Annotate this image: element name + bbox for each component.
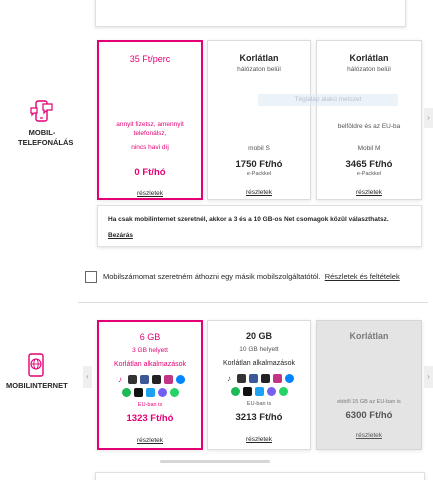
chevron-right-icon: ›	[427, 372, 430, 381]
music-icon: ♪	[224, 374, 234, 383]
carousel-prev-arrow[interactable]: ‹	[83, 366, 92, 388]
chevron-left-icon: ‹	[86, 372, 89, 381]
card-desc: belföldre és az EU-ba	[337, 123, 401, 130]
instagram-icon	[163, 375, 173, 384]
apps-row-1: ♪	[208, 374, 310, 383]
category-mobile-calls: MOBIL- TELEFONÁLÁS	[18, 98, 74, 148]
eu-note: EU-ban is	[246, 401, 272, 407]
port-number-label: Mobilszámomat szeretném áthozni egy mási…	[103, 272, 400, 281]
details-link[interactable]: részletek	[137, 190, 163, 197]
whatsapp-icon	[278, 387, 288, 396]
card-title: Korlátlan	[349, 331, 389, 341]
details-link[interactable]: részletek	[246, 189, 272, 196]
instagram-icon	[272, 374, 282, 383]
card-desc: ebből 15 GB az EU-ban is	[337, 399, 401, 405]
card-price-note: e-Packkel	[246, 171, 272, 177]
spotify-icon	[230, 387, 240, 396]
card-price: 1750 Ft/hó	[235, 159, 283, 170]
news-app-icon	[127, 375, 137, 384]
internet-card-unlimited[interactable]: Korlátlan ebből 15 GB az EU-ban is 6300 …	[316, 320, 422, 450]
chevron-right-icon: ›	[427, 113, 430, 122]
card-title: 20 GB	[245, 331, 272, 341]
spotify-icon	[121, 388, 131, 397]
music-icon: ♪	[115, 375, 125, 384]
plan-card-35ft[interactable]: 35 Ft/perc annyit fizetsz, amennyit tele…	[97, 40, 203, 200]
apps-title: Korlátlan alkalmazások	[114, 361, 186, 368]
carousel-scrollbar[interactable]	[160, 460, 270, 463]
close-link[interactable]: Bezárás	[108, 232, 133, 239]
category-label-line1: MOBIL-	[28, 128, 56, 137]
info-text: Ha csak mobilinternet szeretnél, akkor a…	[108, 216, 389, 223]
card-plan-name: mobil S	[248, 145, 270, 152]
viber-icon	[266, 387, 276, 396]
card-title: Korlátlan	[239, 53, 279, 63]
card-subtitle: hálózaton belül	[347, 66, 391, 73]
news-app-icon	[236, 374, 246, 383]
card-title: Korlátlan	[349, 53, 389, 63]
card-title: 6 GB	[139, 332, 161, 342]
messenger-icon	[175, 375, 185, 384]
card-title: 35 Ft/perc	[129, 54, 171, 64]
carousel-next-arrow[interactable]: ›	[424, 108, 433, 128]
whatsapp-icon	[169, 388, 179, 397]
eu-note: EU-ban is	[137, 402, 163, 408]
previous-section-card	[95, 0, 406, 27]
apps-row-2	[99, 388, 201, 397]
card-price: 3213 Ft/hó	[235, 412, 283, 423]
card-desc-line2: telefonálsz,	[133, 130, 167, 137]
plan-card-mobil-m[interactable]: Korlátlan hálózaton belül belföldre és a…	[316, 40, 422, 200]
card-price-note: e-Packkel	[356, 171, 382, 177]
details-link[interactable]: részletek	[137, 437, 163, 444]
card-price: 0 Ft/hó	[134, 167, 166, 178]
category-mobile-internet: MOBILINTERNET	[6, 353, 68, 391]
card-plan-name: Mobil M	[357, 145, 381, 152]
viber-icon	[157, 388, 167, 397]
tidal-icon	[133, 388, 143, 397]
apps-row-1: ♪	[99, 375, 201, 384]
tv-app-icon	[260, 374, 270, 383]
card-subtitle: 10 GB helyett	[239, 346, 279, 353]
plan-card-mobil-s[interactable]: Korlátlan hálózaton belül mobil S 1750 F…	[207, 40, 311, 200]
carousel-next-arrow[interactable]: ›	[424, 366, 433, 388]
category-label-line2: TELEFONÁLÁS	[18, 138, 74, 147]
section-divider	[78, 302, 428, 303]
facebook-icon	[139, 375, 149, 384]
card-subtitle: hálózaton belül	[237, 66, 281, 73]
card-price: 3465 Ft/hó	[345, 159, 393, 170]
tv-app-icon	[151, 375, 161, 384]
card-price: 6300 Ft/hó	[345, 410, 393, 421]
card-desc-line3: nincs havi díj	[131, 144, 169, 151]
card-subtitle: 3 GB helyett	[132, 347, 168, 354]
globe-phone-icon	[25, 353, 47, 377]
details-link[interactable]: részletek	[246, 436, 272, 443]
facebook-icon	[248, 374, 258, 383]
internet-card-20gb[interactable]: 20 GB 10 GB helyett Korlátlan alkalmazás…	[207, 320, 311, 450]
apps-title: Korlátlan alkalmazások	[223, 360, 295, 367]
info-box: Ha csak mobilinternet szeretnél, akkor a…	[97, 205, 422, 247]
card-desc-line1: annyit fizetsz, amennyit	[116, 121, 184, 128]
card-price: 1323 Ft/hó	[126, 413, 174, 424]
category-label: MOBILINTERNET	[6, 381, 68, 390]
tidal-icon	[242, 387, 252, 396]
next-section-card	[95, 472, 425, 480]
phone-chat-icon	[29, 98, 55, 124]
selection-watermark: Téglalap alakú metszet	[258, 94, 398, 106]
details-link[interactable]: részletek	[356, 189, 382, 196]
twitter-icon	[254, 387, 264, 396]
apps-row-2	[208, 387, 310, 396]
messenger-icon	[284, 374, 294, 383]
internet-card-6gb[interactable]: 6 GB 3 GB helyett Korlátlan alkalmazások…	[97, 320, 203, 450]
details-link[interactable]: részletek	[356, 432, 382, 439]
twitter-icon	[145, 388, 155, 397]
port-details-link[interactable]: Részletek és feltételek	[325, 272, 400, 281]
port-number-checkbox[interactable]	[85, 271, 97, 283]
